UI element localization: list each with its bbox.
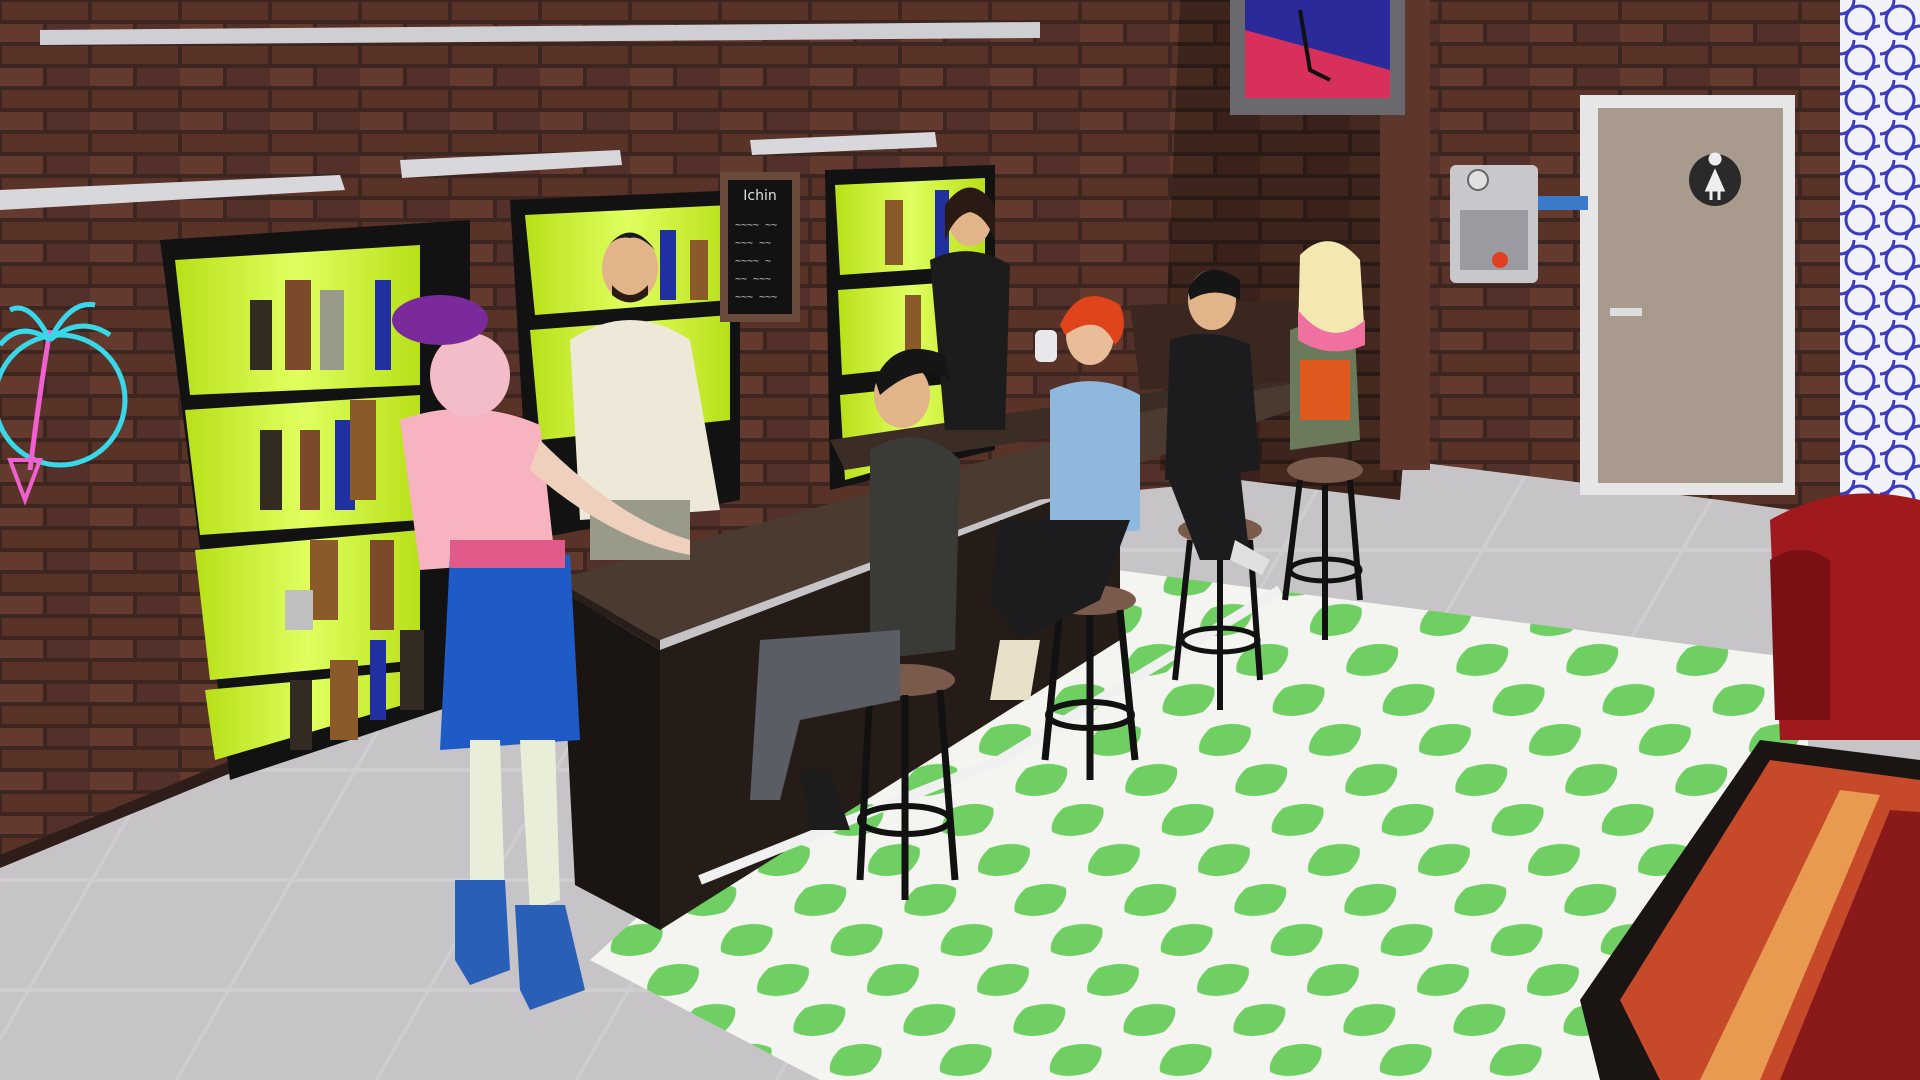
door-handle[interactable] — [1610, 308, 1642, 316]
menu-board-line: ~~~~ ~ — [735, 256, 771, 267]
menu-board-line: ~~~~ ~~ — [735, 220, 777, 231]
menu-board-line: ~~~ ~~ — [735, 238, 771, 249]
sim-pink-blonde-hair[interactable] — [1290, 241, 1365, 450]
menu-board-line: ~~~ ~~~ — [735, 292, 777, 303]
lattice-window — [1840, 0, 1920, 520]
restroom-door[interactable] — [1580, 95, 1795, 495]
menu-board[interactable]: Ichin ~~~~ ~~ ~~~ ~~ ~~~~ ~ ~~ ~~~ ~~~ ~… — [720, 172, 800, 322]
wall-painting — [1230, 0, 1405, 115]
red-armchair[interactable] — [1770, 493, 1920, 740]
menu-board-title: Ichin — [743, 188, 776, 204]
menu-board-line: ~~ ~~~ — [735, 274, 771, 285]
game-viewport[interactable]: Ichin ~~~~ ~~ ~~~ ~~ ~~~~ ~ ~~ ~~~ ~~~ ~… — [0, 0, 1920, 1080]
